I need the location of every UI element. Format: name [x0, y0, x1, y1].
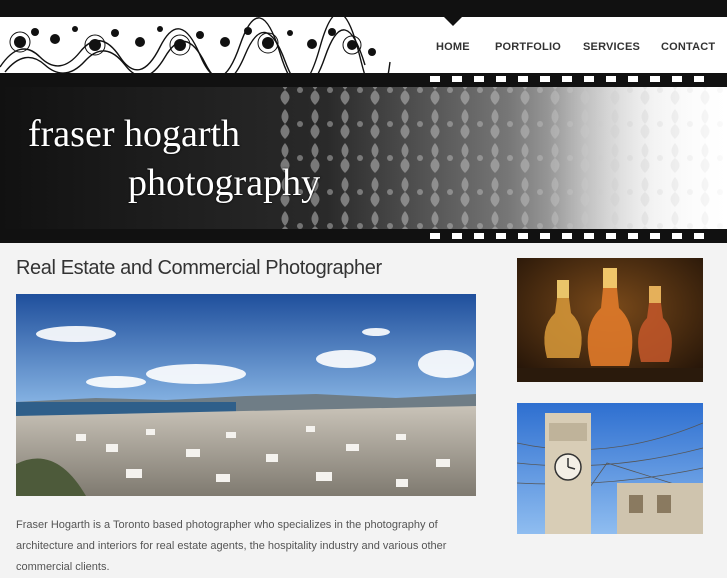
main-content: Real Estate and Commercial Photographer — [0, 243, 727, 573]
brand-line-2: photography — [128, 162, 321, 204]
brand-line-1: fraser hogarth — [28, 113, 241, 155]
banner-graphic — [0, 73, 727, 243]
active-nav-indicator — [444, 17, 462, 26]
page-title: Real Estate and Commercial Photographer — [16, 257, 382, 279]
hero-image — [16, 294, 476, 496]
thumbnail-decanters[interactable] — [517, 258, 703, 382]
nav-contact[interactable]: CONTACT — [661, 41, 715, 53]
nav-portfolio[interactable]: PORTFOLIO — [495, 41, 561, 53]
main-nav: HOME PORTFOLIO SERVICES CONTACT — [0, 41, 727, 61]
nav-home[interactable]: HOME — [436, 41, 470, 53]
top-bar — [0, 0, 727, 26]
site-header: HOME PORTFOLIO SERVICES CONTACT fraser h… — [0, 17, 727, 243]
intro-text: Fraser Hogarth is a Toronto based photog… — [16, 519, 447, 573]
thumbnail-clock-tower[interactable] — [517, 403, 703, 534]
nav-services[interactable]: SERVICES — [583, 41, 640, 53]
